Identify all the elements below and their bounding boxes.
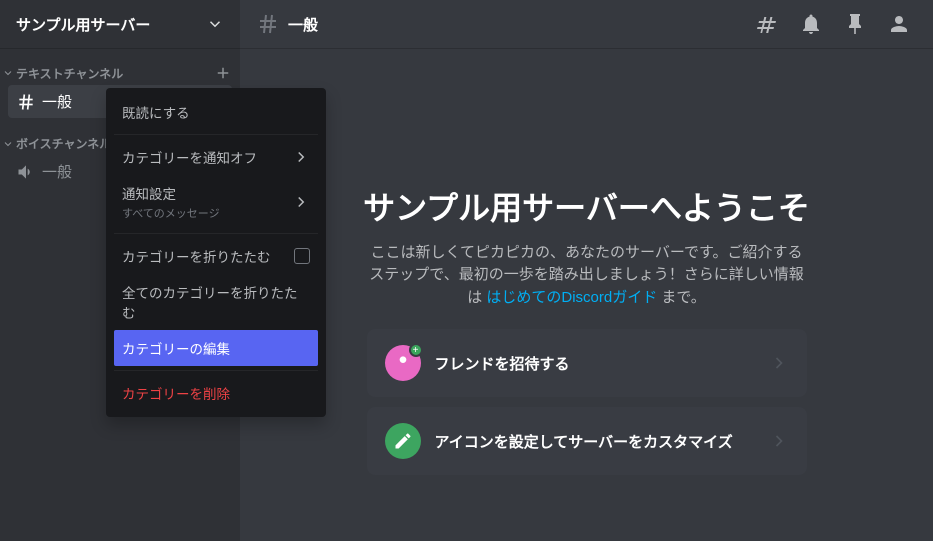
category-label: テキストチャンネル: [16, 65, 123, 82]
add-channel-icon[interactable]: [214, 64, 232, 82]
welcome-description: ここは新しくてピカピカの、あなたのサーバーです。ご紹介するステップで、最初の一歩…: [347, 242, 827, 310]
chevron-right-icon: [292, 193, 310, 211]
server-header[interactable]: サンプル用サーバー: [0, 0, 240, 48]
card-customize-server[interactable]: アイコンを設定してサーバーをカスタマイズ: [367, 407, 807, 475]
chevron-right-icon: [769, 353, 789, 373]
welcome-block: サンプル用サーバーへようこそ ここは新しくてピカピカの、あなたのサーバーです。ご…: [347, 188, 827, 475]
category-context-menu: 既読にする カテゴリーを通知オフ 通知設定 すべてのメッセージ カテゴリーを折り…: [106, 88, 326, 417]
checkbox-icon: [294, 248, 310, 264]
category-label: ボイスチャンネル: [16, 135, 111, 152]
card-label: フレンドを招待する: [435, 353, 755, 374]
channel-title: 一般: [288, 14, 318, 35]
menu-mark-read[interactable]: 既読にする: [114, 94, 318, 130]
invite-icon: +: [385, 345, 421, 381]
chevron-down-icon: [2, 67, 14, 79]
chevron-down-icon: [2, 138, 14, 150]
card-label: アイコンを設定してサーバーをカスタマイズ: [435, 431, 755, 452]
pinned-icon[interactable]: [843, 12, 867, 36]
server-name: サンプル用サーバー: [16, 14, 150, 35]
category-text-channels[interactable]: テキストチャンネル: [0, 48, 240, 84]
chevron-right-icon: [769, 431, 789, 451]
menu-divider: [114, 233, 318, 234]
main-content: サンプル用サーバーへようこそ ここは新しくてピカピカの、あなたのサーバーです。ご…: [240, 48, 933, 541]
chevron-right-icon: [292, 148, 310, 166]
menu-collapse-all[interactable]: 全てのカテゴリーを折りたたむ: [114, 274, 318, 330]
hash-icon: [256, 12, 280, 36]
channel-topbar: 一般: [240, 0, 933, 48]
discord-guide-link[interactable]: はじめてのDiscordガイド: [486, 289, 657, 306]
card-invite-friends[interactable]: + フレンドを招待する: [367, 329, 807, 397]
menu-notification-settings[interactable]: 通知設定 すべてのメッセージ: [114, 175, 318, 229]
menu-mute-category[interactable]: カテゴリーを通知オフ: [114, 139, 318, 175]
menu-divider: [114, 370, 318, 371]
hash-icon: [16, 92, 36, 112]
channel-label: 一般: [42, 161, 72, 182]
channel-label: 一般: [42, 91, 72, 112]
menu-delete-category[interactable]: カテゴリーを削除: [114, 375, 318, 411]
members-icon[interactable]: [887, 12, 911, 36]
menu-collapse-category[interactable]: カテゴリーを折りたたむ: [114, 238, 318, 274]
notifications-icon[interactable]: [799, 12, 823, 36]
menu-edit-category[interactable]: カテゴリーの編集: [114, 330, 318, 366]
speaker-icon: [16, 162, 36, 182]
chevron-down-icon: [206, 15, 224, 33]
welcome-title: サンプル用サーバーへようこそ: [347, 188, 827, 230]
threads-icon[interactable]: [755, 12, 779, 36]
menu-divider: [114, 134, 318, 135]
plus-badge-icon: +: [409, 343, 423, 357]
customize-icon: [385, 423, 421, 459]
